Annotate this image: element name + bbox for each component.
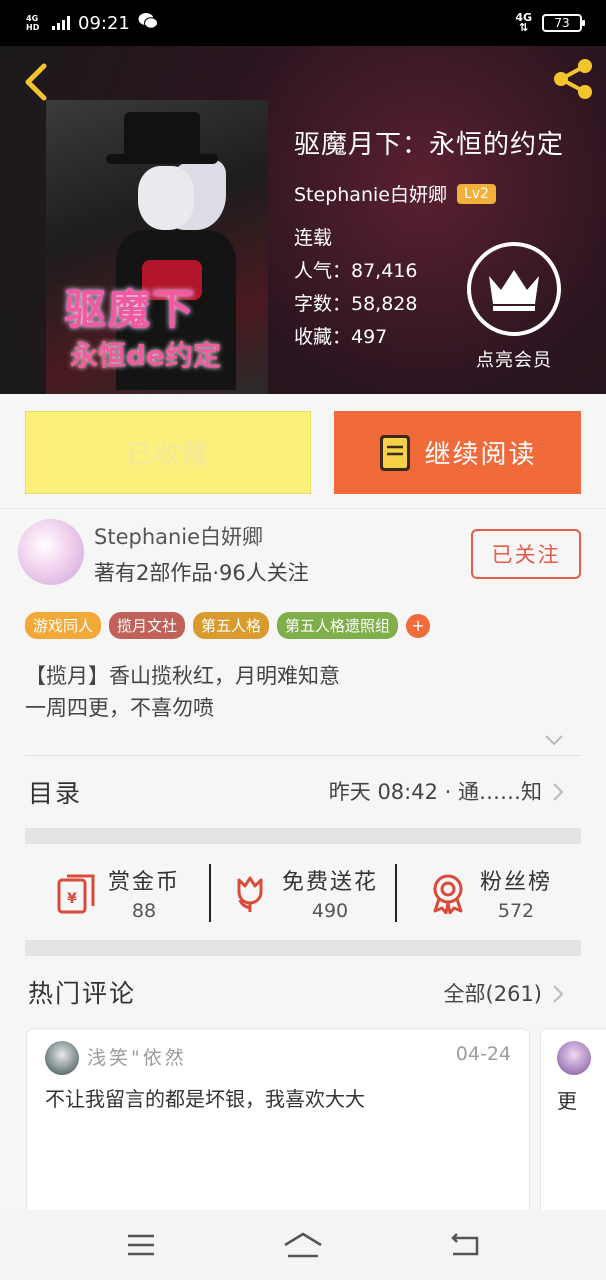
action-bar: 已收藏 继续阅读 — [0, 394, 606, 508]
reward-label: 赏金币 — [107, 870, 180, 895]
back-arrow-icon — [25, 63, 47, 101]
reward-label: 免费送花 — [281, 870, 378, 895]
commenter-avatar[interactable] — [557, 1041, 591, 1075]
book-cover[interactable]: 驱魔下 永恒de约定 — [46, 100, 268, 394]
book-intro: 【揽月】香山揽秋红，月明难知意 一周四更，不喜勿喷 — [25, 660, 340, 724]
home-button[interactable] — [278, 1225, 328, 1265]
comment-date: 04-24 — [455, 1043, 511, 1065]
status-time: 09:21 — [78, 12, 130, 34]
section-divider — [25, 940, 581, 956]
vip-label: 点亮会员 — [476, 350, 552, 371]
signal-icon: 4G HD — [26, 14, 70, 32]
comment-text: 更 — [557, 1089, 577, 1113]
rewards-bar: ¥ 赏金币 88 免费送花 490 粉丝榜 572 — [25, 846, 581, 940]
wechat-icon — [138, 12, 158, 35]
author-card-meta: 著有2部作品·96人关注 — [94, 561, 309, 585]
crown-icon — [489, 270, 539, 311]
popularity: 人气：87,416 — [294, 260, 418, 282]
comment-card[interactable]: 浅笑"依然 04-24 不让我留言的都是坏银，我喜欢大大 — [26, 1028, 530, 1218]
author-avatar[interactable] — [18, 519, 84, 585]
book-title: 驱魔月下：永恒的约定 — [294, 130, 565, 160]
collection-count: 收藏：497 — [294, 326, 388, 348]
book-status: 连载 — [294, 227, 333, 249]
cover-title: 驱魔下 — [64, 285, 197, 334]
toc-title: 目录 — [28, 779, 83, 808]
chevron-down-icon[interactable] — [542, 728, 566, 752]
return-icon — [451, 1233, 479, 1256]
vip-button[interactable]: 点亮会员 — [466, 242, 562, 372]
flower-icon — [237, 876, 263, 912]
author-card[interactable]: Stephanie白妍卿 著有2部作品·96人关注 已关注 — [0, 508, 606, 600]
tag-list: 游戏同人 揽月文社 第五人格 第五人格遗照组 + — [25, 612, 431, 639]
home-icon — [284, 1232, 322, 1258]
follow-button[interactable]: 已关注 — [471, 529, 581, 579]
book-author[interactable]: Stephanie白妍卿 — [294, 180, 447, 207]
comment-text: 不让我留言的都是坏银，我喜欢大大 — [45, 1087, 365, 1111]
more-tags-button[interactable]: + — [406, 613, 431, 638]
status-bar: 4G HD 09:21 4G ⇅ 73 — [0, 0, 606, 46]
tag-item[interactable]: 揽月文社 — [109, 612, 186, 639]
fan-ranking-button[interactable]: 粉丝榜 572 — [397, 864, 581, 922]
chevron-right-icon — [553, 783, 564, 801]
intro-line: 一周四更，不喜勿喷 — [25, 696, 214, 720]
svg-text:¥: ¥ — [67, 891, 77, 907]
word-count: 字数：58,828 — [294, 293, 418, 315]
menu-button[interactable] — [116, 1225, 166, 1265]
author-card-name: Stephanie白妍卿 — [94, 525, 264, 549]
reward-coins-button[interactable]: ¥ 赏金币 88 — [25, 864, 209, 922]
book-header: 驱魔下 永恒de约定 驱魔月下：永恒的约定 Stephanie白妍卿 Lv2 连… — [0, 46, 606, 394]
reward-label: 粉丝榜 — [479, 870, 552, 895]
table-of-contents-row[interactable]: 目录 昨天 08:42 · 通……知 — [0, 756, 606, 826]
back-button[interactable] — [16, 60, 56, 104]
reward-count: 490 — [311, 900, 349, 922]
intro-line: 【揽月】香山揽秋红，月明难知意 — [25, 664, 340, 688]
menu-icon — [128, 1234, 154, 1256]
cover-subtitle: 永恒de约定 — [70, 339, 222, 372]
reward-count: 572 — [497, 900, 535, 922]
share-icon — [554, 59, 592, 99]
commenter-name[interactable]: 浅笑"依然 — [87, 1043, 187, 1070]
latest-update: 昨天 08:42 · 通……知 — [328, 780, 542, 804]
system-nav-bar — [0, 1210, 606, 1280]
medal-icon — [433, 874, 463, 914]
commenter-avatar[interactable] — [45, 1041, 79, 1075]
send-flower-button[interactable]: 免费送花 490 — [211, 864, 395, 922]
continue-reading-label: 继续阅读 — [424, 440, 537, 470]
section-divider — [25, 828, 581, 844]
book-icon — [380, 434, 411, 471]
hot-comments-header: 热门评论 全部(261) — [0, 960, 606, 1022]
continue-reading-button[interactable]: 继续阅读 — [334, 411, 581, 494]
tag-item[interactable]: 第五人格遗照组 — [277, 612, 399, 639]
book-stats: 连载 人气：87,416 字数：58,828 收藏：497 — [294, 222, 417, 354]
chevron-right-icon[interactable] — [548, 984, 568, 1004]
tag-item[interactable]: 游戏同人 — [25, 612, 102, 639]
mobile-data-icon: 4G ⇅ — [515, 11, 532, 34]
collected-button[interactable]: 已收藏 — [25, 411, 311, 494]
back-nav-button[interactable] — [440, 1225, 490, 1265]
network-type: 4G HD — [26, 14, 40, 32]
reward-count: 88 — [131, 900, 157, 922]
all-comments-link[interactable]: 全部(261) — [444, 978, 542, 1008]
comment-card[interactable]: 更 — [540, 1028, 606, 1218]
tag-item[interactable]: 第五人格 — [193, 612, 270, 639]
level-badge: Lv2 — [456, 183, 496, 204]
hot-comments-title: 热门评论 — [28, 979, 137, 1008]
battery-icon: 73 — [542, 14, 585, 32]
red-envelope-icon: ¥ — [57, 874, 95, 914]
share-button[interactable] — [550, 56, 596, 102]
